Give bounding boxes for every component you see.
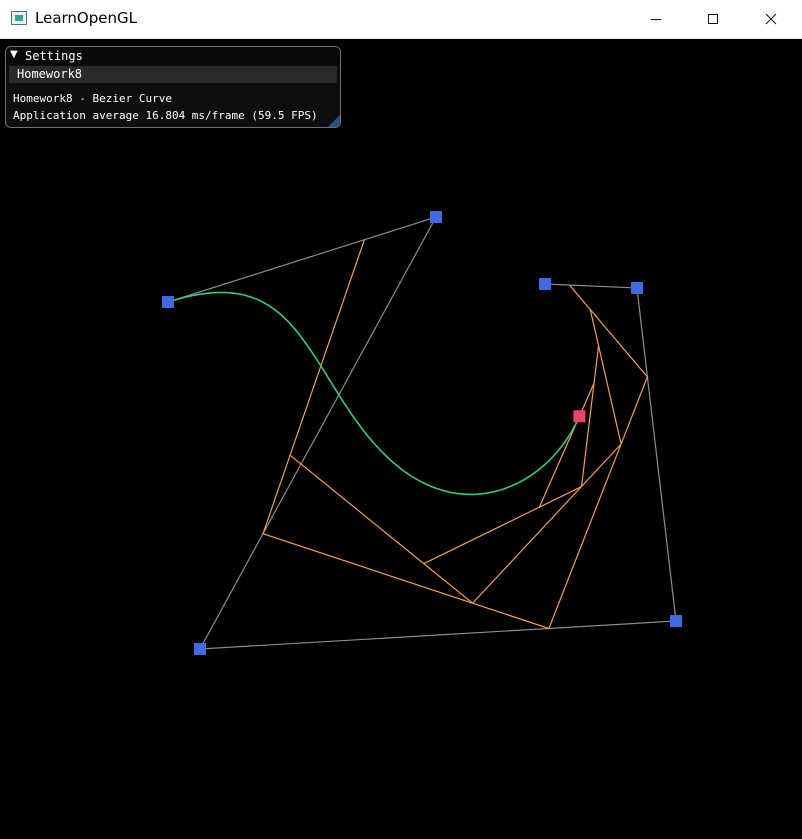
control-point-6[interactable] <box>539 278 551 290</box>
control-polygon-line <box>167 215 677 650</box>
collapsing-header-label: Homework8 <box>17 67 83 81</box>
control-point-4[interactable] <box>670 615 682 627</box>
de-casteljau-construction <box>262 239 649 630</box>
construction-level-3 <box>423 345 600 565</box>
bezier-curve-path <box>167 291 581 496</box>
current-curve-point[interactable] <box>573 410 586 423</box>
settings-panel[interactable]: ▼ Settings Homework8 Homework8 - Bezier … <box>5 46 341 128</box>
collapse-arrow-icon[interactable]: ▼ <box>10 49 18 60</box>
construction-level-1 <box>262 239 649 630</box>
control-polygon <box>167 215 677 650</box>
control-point-2[interactable] <box>430 211 442 223</box>
fps-readout: Application average 16.804 ms/frame (59.… <box>13 109 318 122</box>
bezier-curve <box>167 291 581 496</box>
control-point-1[interactable] <box>162 296 174 308</box>
resize-grip[interactable] <box>328 115 340 127</box>
homework-description: Homework8 - Bezier Curve <box>13 92 172 105</box>
application-window: LearnOpenGL ▼ Settings Homework8 Homewor… <box>0 0 802 839</box>
control-point-3[interactable] <box>194 643 206 655</box>
collapsing-header-homework8[interactable]: Homework8 <box>9 66 337 83</box>
control-point-5[interactable] <box>631 282 643 294</box>
construction-level-4 <box>538 382 595 508</box>
settings-title: Settings <box>25 49 83 63</box>
control-points[interactable] <box>162 211 682 655</box>
settings-title-bar[interactable]: ▼ Settings <box>6 47 340 65</box>
